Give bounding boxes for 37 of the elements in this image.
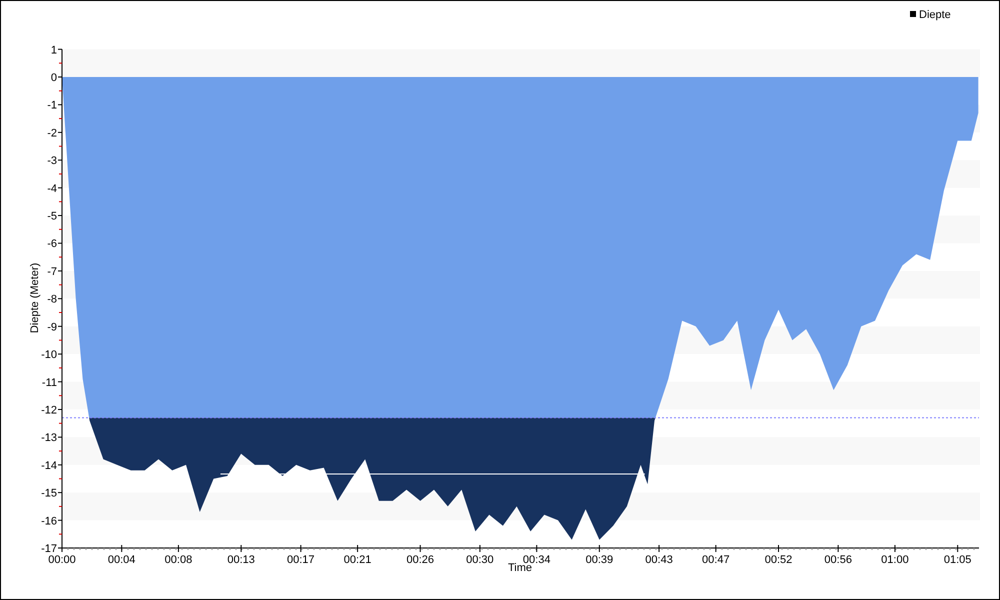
y-tick-label: -13 [41, 432, 57, 444]
y-tick-label: -16 [41, 515, 57, 528]
x-tick-label: 01:05 [944, 554, 972, 566]
y-tick-label: -17 [41, 543, 57, 555]
y-axis-title: Diepte (Meter) [29, 262, 41, 334]
x-tick-label: 00:56 [824, 554, 852, 566]
x-tick-label: 00:52 [764, 554, 792, 566]
y-tick-label: -10 [41, 349, 57, 362]
y-tick-label: -9 [47, 321, 57, 334]
x-tick-label: 00:00 [48, 554, 76, 566]
y-tick-label: 0 [50, 72, 57, 84]
x-tick-label: 00:08 [164, 554, 192, 566]
y-tick-label: -12 [41, 404, 57, 416]
x-tick-label: 01:00 [881, 554, 909, 566]
y-tick-label: -11 [42, 376, 57, 389]
x-tick-label: 00:26 [406, 554, 434, 566]
y-tick-label: -3 [47, 155, 57, 168]
x-tick-label: 00:21 [344, 554, 372, 566]
x-tick-label: 00:30 [466, 554, 494, 566]
y-tick-label: -8 [47, 294, 57, 306]
y-tick-label: -5 [47, 210, 57, 223]
x-tick-label: 00:43 [645, 554, 673, 566]
y-tick-label: -7 [47, 266, 57, 278]
y-tick-label: -6 [47, 238, 57, 250]
x-tick-label: 00:04 [108, 554, 136, 566]
x-tick-label: 00:17 [287, 554, 315, 566]
y-tick-label: -4 [47, 182, 57, 195]
y-tick-label: -2 [47, 127, 57, 140]
y-tick-label: -15 [41, 488, 57, 500]
x-tick-label: 00:47 [702, 554, 730, 566]
y-tick-label: -1 [47, 100, 57, 112]
legend-marker [910, 11, 916, 17]
legend-label: Diepte [919, 9, 951, 21]
x-tick-label: 00:13 [227, 554, 255, 566]
x-tick-label: 00:39 [586, 554, 614, 566]
y-tick-label: 1 [50, 44, 57, 56]
y-tick-label: -14 [41, 460, 57, 472]
